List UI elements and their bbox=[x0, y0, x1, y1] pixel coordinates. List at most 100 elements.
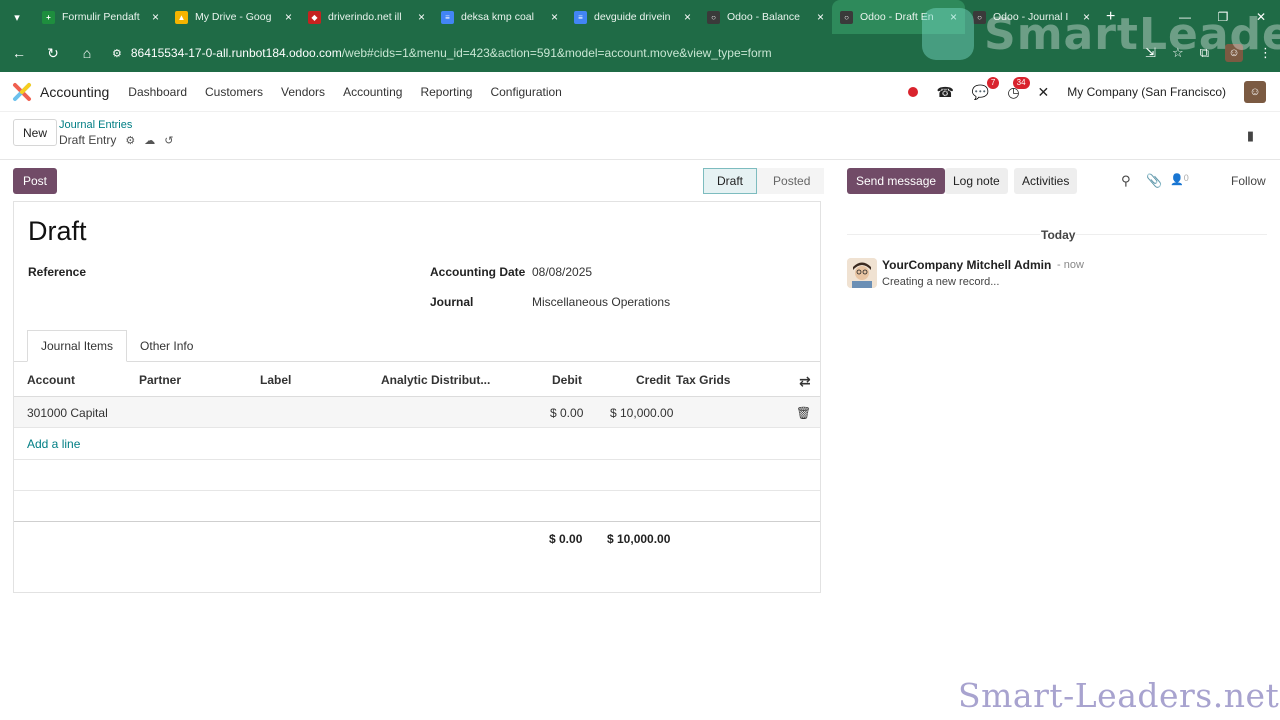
gear-icon[interactable]: ⚙ bbox=[125, 134, 135, 147]
close-icon[interactable]: × bbox=[285, 10, 292, 24]
author-avatar[interactable] bbox=[847, 258, 877, 288]
breadcrumb: Draft Entry ⚙ ☁ ↺ bbox=[59, 133, 173, 147]
accounting-app-icon[interactable] bbox=[12, 82, 32, 102]
search-icon[interactable]: ⚲ bbox=[1121, 173, 1131, 189]
column-label[interactable]: Label bbox=[260, 373, 291, 387]
stage-draft[interactable]: Draft bbox=[703, 168, 758, 194]
message-body: Creating a new record... bbox=[882, 276, 1000, 288]
bookmark-icon[interactable]: ▮ bbox=[1247, 128, 1254, 144]
breadcrumb-parent[interactable]: Journal Entries bbox=[59, 119, 132, 131]
followers-icon[interactable]: 👤0 bbox=[1170, 173, 1189, 186]
app-name[interactable]: Accounting bbox=[40, 84, 109, 100]
cell-credit[interactable]: $ 10,000.00 bbox=[610, 406, 673, 420]
follow-button[interactable]: Follow bbox=[1231, 174, 1266, 188]
docs-icon: ≡ bbox=[574, 10, 587, 24]
site-info-icon[interactable]: ⚙ bbox=[112, 47, 122, 60]
column-analytic[interactable]: Analytic Distribut... bbox=[381, 373, 490, 387]
browser-tab[interactable]: ≡ devguide drivein × bbox=[566, 0, 699, 34]
status-bar: Draft Posted bbox=[703, 168, 825, 194]
browser-tab[interactable]: + Formulir Pendaft × bbox=[34, 0, 167, 34]
docs-icon: ≡ bbox=[441, 10, 454, 24]
tab-other-info[interactable]: Other Info bbox=[127, 330, 206, 362]
reference-label: Reference bbox=[28, 265, 87, 279]
column-debit[interactable]: Debit bbox=[552, 373, 582, 387]
message-time: - now bbox=[1057, 259, 1084, 271]
new-button[interactable]: New bbox=[13, 119, 58, 146]
reload-icon[interactable]: ↻ bbox=[38, 38, 68, 68]
total-debit: $ 0.00 bbox=[549, 532, 583, 546]
odoo-navbar: Accounting Dashboard Customers Vendors A… bbox=[0, 72, 1280, 112]
site-icon: ◆ bbox=[308, 10, 321, 24]
activities-clock-icon[interactable]: ◷ 34 bbox=[1007, 76, 1030, 101]
messages-badge: 7 bbox=[986, 76, 1000, 89]
home-icon[interactable]: ⌂ bbox=[72, 38, 102, 68]
log-note-button[interactable]: Log note bbox=[945, 168, 1008, 194]
navbar-systray: ☎ 💬 7 ◷ 34 ✕ My Company (San Francisco) ☺ bbox=[908, 72, 1266, 112]
menu-dashboard[interactable]: Dashboard bbox=[128, 85, 187, 99]
journal-field[interactable]: Miscellaneous Operations bbox=[532, 295, 670, 309]
menu-accounting[interactable]: Accounting bbox=[343, 85, 402, 99]
close-icon[interactable]: × bbox=[817, 10, 824, 24]
add-line-link[interactable]: Add a line bbox=[27, 437, 80, 451]
stage-posted[interactable]: Posted bbox=[757, 168, 825, 194]
browser-tab[interactable]: ◆ driverindo.net ill × bbox=[300, 0, 433, 34]
tab-journal-items[interactable]: Journal Items bbox=[27, 330, 128, 362]
user-avatar[interactable]: ☺ bbox=[1244, 81, 1266, 103]
trash-icon[interactable]: 🗑 bbox=[796, 406, 811, 420]
discard-icon[interactable]: ↺ bbox=[164, 134, 173, 147]
browser-tab[interactable]: ≡ deksa kmp coal × bbox=[433, 0, 566, 34]
drive-icon: ▲ bbox=[175, 10, 188, 24]
post-button[interactable]: Post bbox=[13, 168, 58, 194]
tab-search-icon[interactable]: ▾ bbox=[0, 0, 34, 34]
optional-columns-icon[interactable]: ⇄ bbox=[799, 373, 811, 390]
breadcrumb-current: Draft Entry bbox=[59, 133, 117, 147]
accounting-date-field[interactable]: 08/08/2025 bbox=[532, 265, 592, 279]
menu-reporting[interactable]: Reporting bbox=[420, 85, 472, 99]
paperclip-icon[interactable]: 📎 bbox=[1146, 173, 1162, 189]
menu-vendors[interactable]: Vendors bbox=[281, 85, 325, 99]
url-field[interactable]: ⚙ 86415534-17-0-all.runbot184.odoo.com/w… bbox=[112, 46, 772, 60]
recording-dot-icon[interactable] bbox=[908, 87, 919, 97]
totals-divider bbox=[14, 521, 820, 522]
close-icon[interactable]: × bbox=[418, 10, 425, 24]
activities-badge: 34 bbox=[1012, 76, 1030, 89]
browser-tab[interactable]: ▲ My Drive - Goog × bbox=[167, 0, 300, 34]
column-tax-grids[interactable]: Tax Grids bbox=[676, 373, 730, 387]
company-switcher[interactable]: My Company (San Francisco) bbox=[1067, 85, 1226, 99]
menu-customers[interactable]: Customers bbox=[205, 85, 263, 99]
messages-icon[interactable]: 💬 7 bbox=[972, 76, 1000, 101]
control-panel: New Journal Entries Draft Entry ⚙ ☁ ↺ ▮ bbox=[0, 112, 1280, 160]
column-credit[interactable]: Credit bbox=[636, 373, 671, 387]
back-icon[interactable]: ← bbox=[4, 38, 34, 68]
watermark-logo: SmartLeaders bbox=[922, 4, 1280, 64]
total-credit: $ 10,000.00 bbox=[607, 532, 671, 546]
odoo-icon: ○ bbox=[840, 10, 853, 24]
menu-configuration[interactable]: Configuration bbox=[490, 85, 561, 99]
odoo-icon: ○ bbox=[707, 10, 720, 24]
phone-icon[interactable]: ☎ bbox=[936, 84, 953, 101]
column-partner[interactable]: Partner bbox=[139, 373, 181, 387]
lines-table-header: Account Partner Label Analytic Distribut… bbox=[14, 362, 820, 397]
cell-account[interactable]: 301000 Capital bbox=[27, 406, 108, 420]
row-divider bbox=[14, 459, 820, 460]
form-sheet: Draft Reference Accounting Date 08/08/20… bbox=[13, 201, 821, 593]
watermark-mark-icon bbox=[922, 8, 974, 60]
save-cloud-icon[interactable]: ☁ bbox=[144, 134, 155, 147]
cell-debit[interactable]: $ 0.00 bbox=[550, 406, 583, 420]
sheets-icon: + bbox=[42, 10, 55, 24]
activities-button[interactable]: Activities bbox=[1014, 168, 1078, 194]
date-separator: Today bbox=[1040, 228, 1077, 242]
send-message-button[interactable]: Send message bbox=[847, 168, 946, 194]
browser-tab[interactable]: ○ Odoo - Balance × bbox=[699, 0, 832, 34]
column-account[interactable]: Account bbox=[27, 373, 75, 387]
close-icon[interactable]: × bbox=[551, 10, 558, 24]
row-divider bbox=[14, 490, 820, 491]
close-icon[interactable]: × bbox=[684, 10, 691, 24]
close-icon[interactable]: × bbox=[152, 10, 159, 24]
journal-label: Journal bbox=[430, 295, 474, 309]
followers-count: 0 bbox=[1183, 173, 1189, 183]
debug-tools-icon[interactable]: ✕ bbox=[1038, 84, 1050, 101]
table-row[interactable]: 301000 Capital $ 0.00 $ 10,000.00 🗑 bbox=[14, 397, 820, 428]
message-author[interactable]: YourCompany Mitchell Admin bbox=[882, 258, 1051, 272]
accounting-date-label: Accounting Date bbox=[430, 265, 526, 279]
